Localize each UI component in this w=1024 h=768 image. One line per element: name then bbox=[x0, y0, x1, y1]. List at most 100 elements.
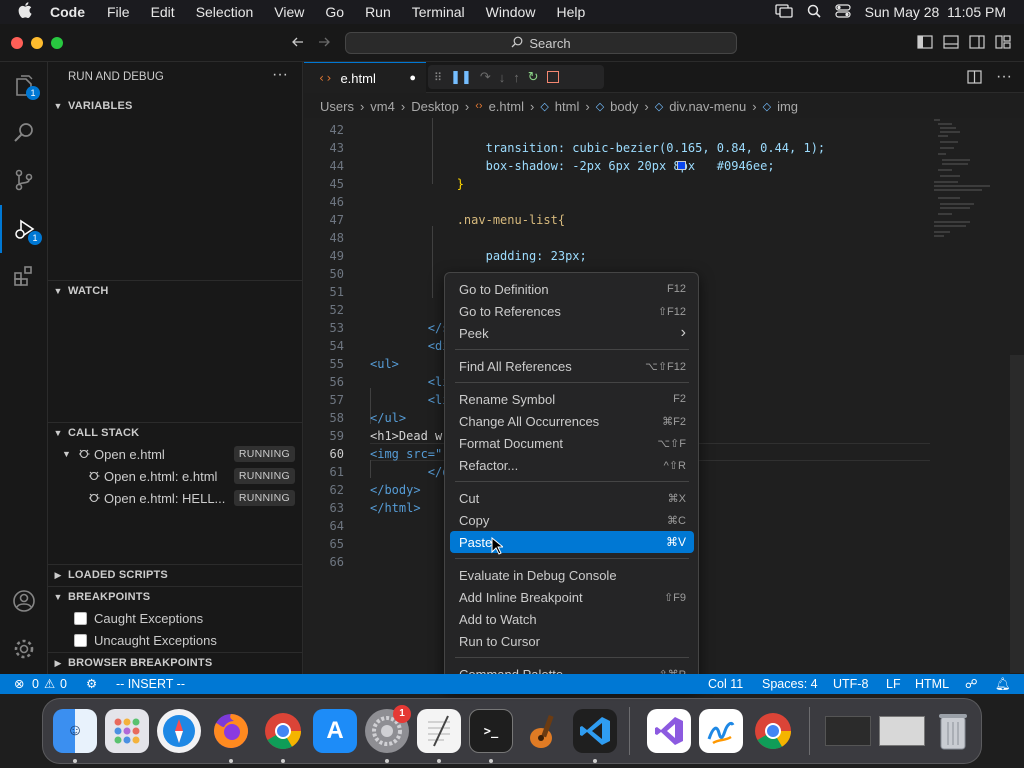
terminal-icon[interactable]: >_ bbox=[469, 709, 513, 753]
menu-item-add-to-watch[interactable]: Add to Watch bbox=[450, 608, 694, 630]
control-center-icon[interactable] bbox=[835, 3, 851, 21]
breakpoints-section-header[interactable]: ▼ BREAKPOINTS bbox=[48, 586, 303, 608]
menubar-app-name[interactable]: Code bbox=[50, 4, 85, 20]
warning-count[interactable]: 0 bbox=[60, 674, 67, 694]
extensions-icon[interactable] bbox=[0, 252, 48, 300]
loaded-scripts-section-header[interactable]: ▶ LOADED SCRIPTS bbox=[48, 564, 303, 586]
menu-item-add-inline-breakpoint[interactable]: Add Inline Breakpoint ⇧F9 bbox=[450, 586, 694, 608]
color-swatch[interactable] bbox=[677, 161, 686, 170]
menu-item-paste[interactable]: Paste ⌘V bbox=[450, 531, 694, 553]
minimized-window-thumbnail[interactable] bbox=[877, 709, 927, 753]
watch-section-header[interactable]: ▼ WATCH bbox=[48, 280, 303, 302]
screen-mirroring-icon[interactable] bbox=[774, 3, 793, 21]
minimap[interactable] bbox=[930, 118, 1010, 258]
checkbox[interactable] bbox=[74, 633, 87, 647]
encoding[interactable]: UTF-8 bbox=[833, 674, 868, 694]
search-view-icon[interactable] bbox=[0, 108, 48, 156]
menu-item-go-to-references[interactable]: Go to References ⇧F12 bbox=[450, 300, 694, 322]
call-stack-session[interactable]: ▼ Open e.html RUNNING bbox=[48, 443, 303, 465]
breadcrumb-item[interactable]: img bbox=[777, 99, 798, 114]
finder-icon[interactable]: ☺ bbox=[53, 709, 97, 753]
tab-e-html[interactable]: ‹› e.html ● bbox=[304, 62, 426, 93]
safari-icon[interactable] bbox=[157, 709, 201, 753]
close-window-button[interactable] bbox=[11, 37, 23, 49]
menu-file[interactable]: File bbox=[107, 4, 130, 20]
menu-go[interactable]: Go bbox=[325, 4, 344, 20]
step-into-icon[interactable]: ↓ bbox=[499, 70, 506, 85]
accounts-icon[interactable] bbox=[0, 577, 48, 625]
browser-breakpoints-section-header[interactable]: ▶ BROWSER BREAKPOINTS bbox=[48, 652, 303, 674]
firefox-icon[interactable] bbox=[209, 709, 253, 753]
breadcrumb-item[interactable]: div.nav-menu bbox=[669, 99, 746, 114]
pause-icon[interactable]: ❚❚ bbox=[450, 69, 472, 85]
menu-terminal[interactable]: Terminal bbox=[412, 4, 465, 20]
spotlight-icon[interactable] bbox=[807, 4, 821, 21]
manage-gear-icon[interactable] bbox=[0, 625, 48, 673]
menu-edit[interactable]: Edit bbox=[151, 4, 175, 20]
apple-icon[interactable] bbox=[18, 2, 32, 22]
end-of-line[interactable]: LF bbox=[886, 674, 901, 694]
menu-item-rename-symbol[interactable]: Rename Symbol F2 bbox=[450, 388, 694, 410]
vscode-icon[interactable] bbox=[573, 709, 617, 753]
breadcrumb-item[interactable]: Users bbox=[320, 99, 354, 114]
breadcrumb-item[interactable]: html bbox=[555, 99, 580, 114]
chrome-icon[interactable] bbox=[261, 709, 305, 753]
error-count[interactable]: 0 bbox=[32, 674, 39, 694]
garageband-icon[interactable] bbox=[521, 709, 565, 753]
app-store-icon[interactable]: A bbox=[313, 709, 357, 753]
more-actions-icon[interactable]: ··· bbox=[272, 66, 288, 84]
trash-icon[interactable] bbox=[931, 709, 975, 753]
notifications-bell-icon[interactable]: 🔔︎ bbox=[995, 674, 1011, 694]
menu-view[interactable]: View bbox=[274, 4, 304, 20]
menu-item-go-to-definition[interactable]: Go to Definition F12 bbox=[450, 278, 694, 300]
errors-icon[interactable]: ⊗ bbox=[14, 674, 24, 694]
minimized-window-thumbnail[interactable] bbox=[823, 709, 873, 753]
editor-scrollbar[interactable] bbox=[1010, 355, 1024, 673]
forward-arrow-icon[interactable] bbox=[317, 35, 331, 54]
menu-selection[interactable]: Selection bbox=[196, 4, 254, 20]
feedback-icon[interactable]: ☍ bbox=[965, 674, 978, 694]
language-mode[interactable]: HTML bbox=[915, 674, 949, 694]
breadcrumb-item[interactable]: body bbox=[610, 99, 638, 114]
cursor-position[interactable]: Col 11 bbox=[708, 674, 743, 694]
indentation[interactable]: Spaces: 4 bbox=[762, 674, 818, 694]
menu-item-find-all-references[interactable]: Find All References ⌥⇧F12 bbox=[450, 355, 694, 377]
minimize-window-button[interactable] bbox=[31, 37, 43, 49]
menu-help[interactable]: Help bbox=[556, 4, 585, 20]
toggle-secondary-sidebar-icon[interactable] bbox=[969, 35, 985, 54]
explorer-icon[interactable]: 1 bbox=[0, 62, 48, 110]
editor-more-actions-icon[interactable]: ··· bbox=[996, 68, 1012, 86]
system-settings-icon[interactable]: 1 bbox=[365, 705, 411, 753]
menubar-clock[interactable]: Sun May 28 11:05 PM bbox=[865, 4, 1006, 20]
run-and-debug-icon[interactable]: 1 bbox=[0, 205, 48, 253]
breakpoint-uncaught-exceptions[interactable]: Uncaught Exceptions bbox=[48, 629, 303, 651]
checkbox[interactable] bbox=[74, 611, 87, 625]
customize-layout-icon[interactable] bbox=[995, 35, 1011, 54]
variables-section-header[interactable]: ▼ VARIABLES bbox=[48, 95, 303, 117]
call-stack-session[interactable]: Open e.html: HELL... RUNNING bbox=[48, 487, 303, 509]
menu-item-refactor[interactable]: Refactor... ^⇧R bbox=[450, 454, 694, 476]
menu-item-run-to-cursor[interactable]: Run to Cursor bbox=[450, 630, 694, 652]
menu-item-format-document[interactable]: Format Document ⌥⇧F bbox=[450, 432, 694, 454]
toggle-primary-sidebar-icon[interactable] bbox=[917, 35, 933, 54]
menu-window[interactable]: Window bbox=[486, 4, 536, 20]
source-control-icon[interactable] bbox=[0, 156, 48, 204]
toggle-panel-icon[interactable] bbox=[943, 35, 959, 54]
menu-item-change-all-occurrences[interactable]: Change All Occurrences ⌘F2 bbox=[450, 410, 694, 432]
menu-item-cut[interactable]: Cut ⌘X bbox=[450, 487, 694, 509]
chrome-icon[interactable] bbox=[751, 709, 795, 753]
breadcrumb-item[interactable]: Desktop bbox=[411, 99, 459, 114]
restart-icon[interactable]: ↻ bbox=[528, 69, 539, 85]
menu-item-copy[interactable]: Copy ⌘C bbox=[450, 509, 694, 531]
debug-launch-icon[interactable]: ⚙ bbox=[86, 674, 97, 694]
menu-item-peek[interactable]: Peek › bbox=[450, 322, 694, 344]
visual-studio-icon[interactable] bbox=[647, 709, 691, 753]
call-stack-section-header[interactable]: ▼ CALL STACK bbox=[48, 422, 303, 444]
warning-icon[interactable]: ⚠ bbox=[44, 674, 55, 694]
menu-run[interactable]: Run bbox=[365, 4, 391, 20]
textedit-icon[interactable] bbox=[417, 709, 461, 753]
split-editor-icon[interactable] bbox=[967, 70, 982, 89]
drag-handle-icon[interactable]: ⠿ bbox=[434, 71, 442, 84]
stop-icon[interactable] bbox=[546, 71, 559, 83]
command-center-search[interactable]: Search bbox=[345, 32, 737, 54]
